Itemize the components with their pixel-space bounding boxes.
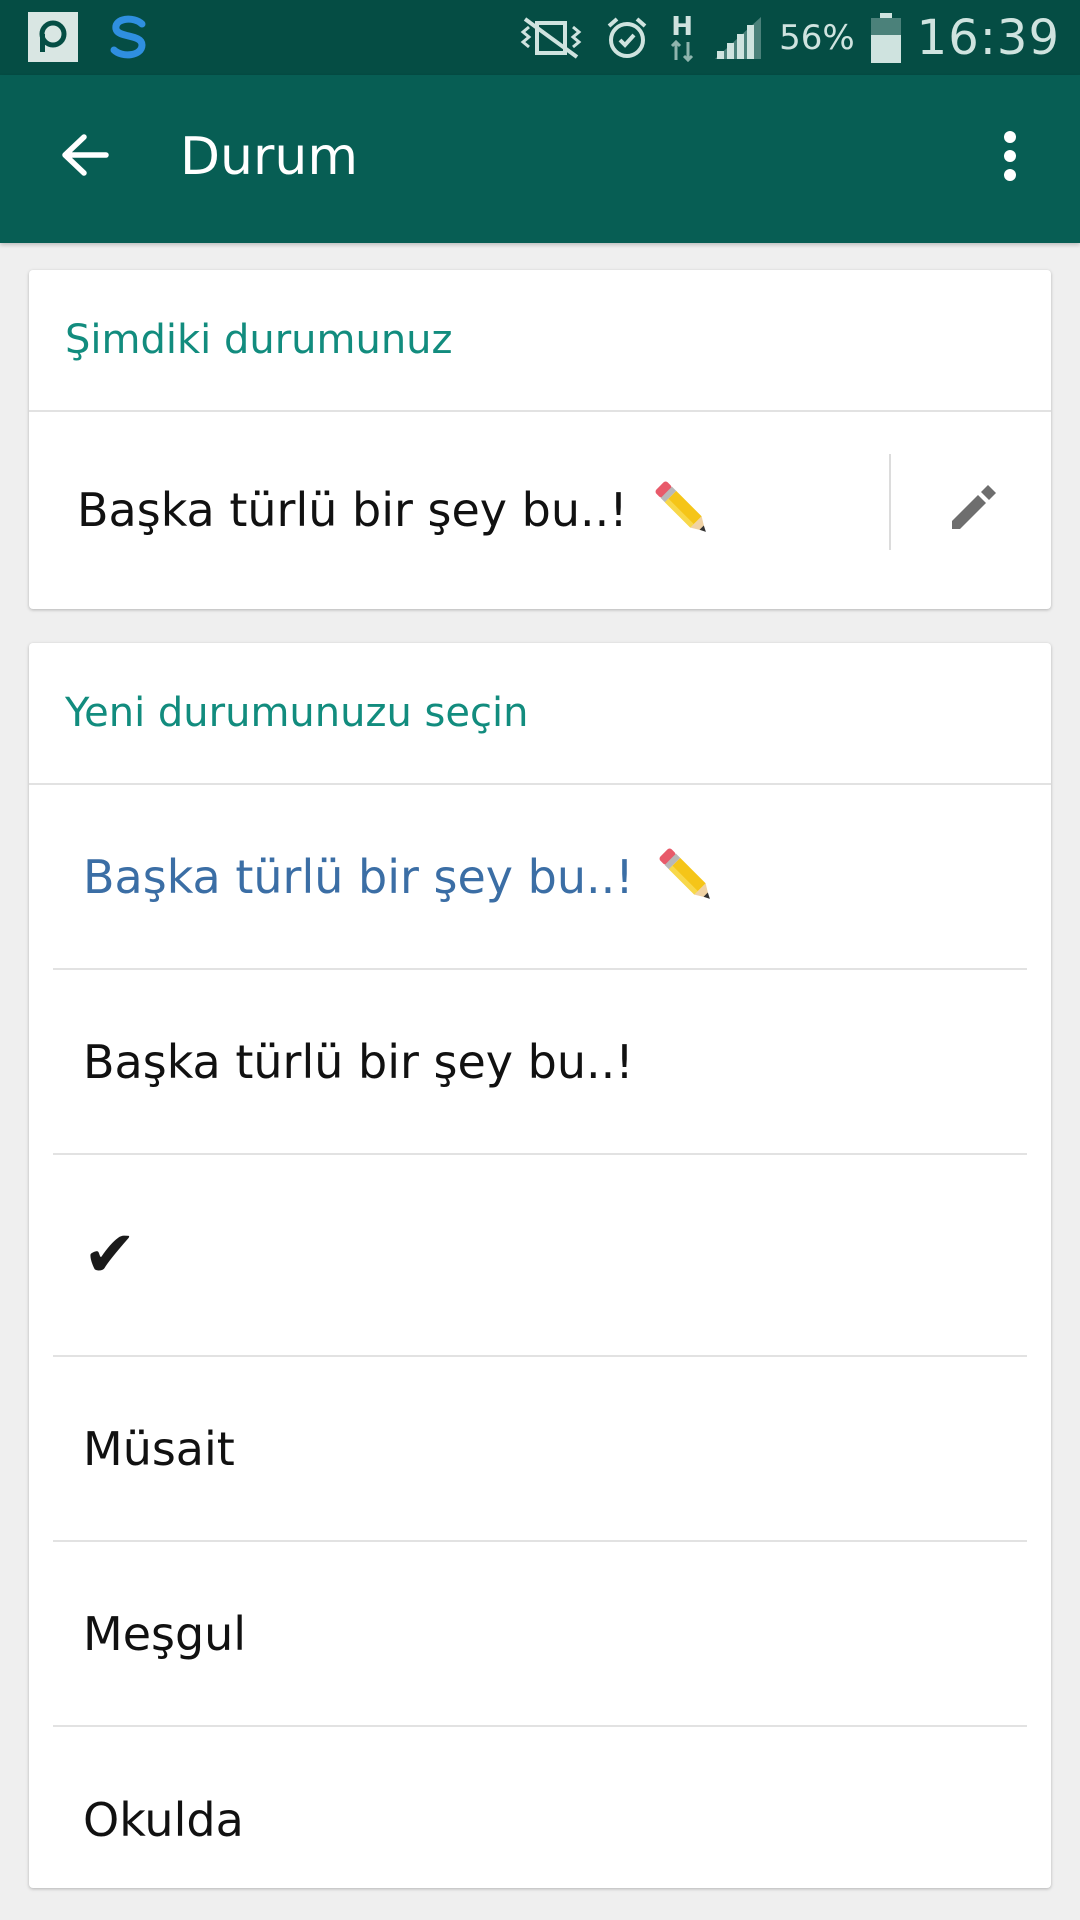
current-status-text: Başka türlü bir şey bu..! [77, 482, 628, 537]
current-status-row: Başka türlü bir şey bu..! [29, 412, 1051, 607]
current-status-card: Şimdiki durumunuz Başka türlü bir şey bu… [29, 270, 1051, 609]
status-option-label: Müsait [83, 1421, 235, 1476]
status-bar-system: H 56% 16:39 [515, 8, 1060, 68]
more-vert-icon [1003, 130, 1017, 186]
page-title: Durum [180, 127, 358, 187]
s-app-icon [104, 12, 154, 62]
vibrate-mute-icon [515, 15, 587, 61]
current-status-header: Şimdiki durumunuz [29, 270, 1051, 412]
edit-pencil-icon [946, 479, 1002, 539]
signal-icon [713, 15, 763, 61]
back-button[interactable] [55, 127, 115, 187]
status-option-label: Başka türlü bir şey bu..! [83, 1034, 634, 1089]
status-option-label: Okulda [83, 1792, 244, 1847]
status-bar: H 56% 16:39 [0, 0, 1080, 75]
status-option-6[interactable]: Okulda [53, 1727, 1027, 1888]
data-transfer-icon: H [667, 14, 697, 62]
choose-status-header: Yeni durumunuzu seçin [29, 643, 1051, 785]
status-option-label: Başka türlü bir şey bu..! [83, 849, 634, 904]
alarm-icon [603, 14, 651, 62]
p-app-icon [28, 12, 78, 62]
status-option-5[interactable]: Meşgul [53, 1542, 1027, 1727]
pencil-emoji [648, 474, 720, 546]
vertical-divider [889, 454, 891, 550]
status-bar-notifications [28, 12, 154, 62]
status-option-2[interactable]: Başka türlü bir şey bu..! [53, 970, 1027, 1155]
current-status-text-wrap: Başka türlü bir şey bu..! [77, 474, 720, 546]
check-mark-icon: ✔ [83, 1218, 137, 1292]
battery-percent: 56% [779, 18, 855, 58]
app-bar: Durum [0, 75, 1080, 243]
status-option-4[interactable]: Müsait [53, 1357, 1027, 1542]
status-option-label: Meşgul [83, 1606, 247, 1661]
pencil-emoji [652, 841, 724, 913]
more-options-button[interactable] [980, 123, 1040, 193]
edit-status-button[interactable] [929, 464, 1019, 554]
clock: 16:39 [916, 10, 1060, 66]
choose-status-card: Yeni durumunuzu seçin Başka türlü bir şe… [29, 643, 1051, 1888]
arrow-left-icon [60, 132, 110, 182]
status-option-1[interactable]: Başka türlü bir şey bu..! [53, 785, 1027, 970]
battery-icon [870, 13, 901, 63]
status-option-3[interactable]: ✔ [53, 1155, 1027, 1357]
